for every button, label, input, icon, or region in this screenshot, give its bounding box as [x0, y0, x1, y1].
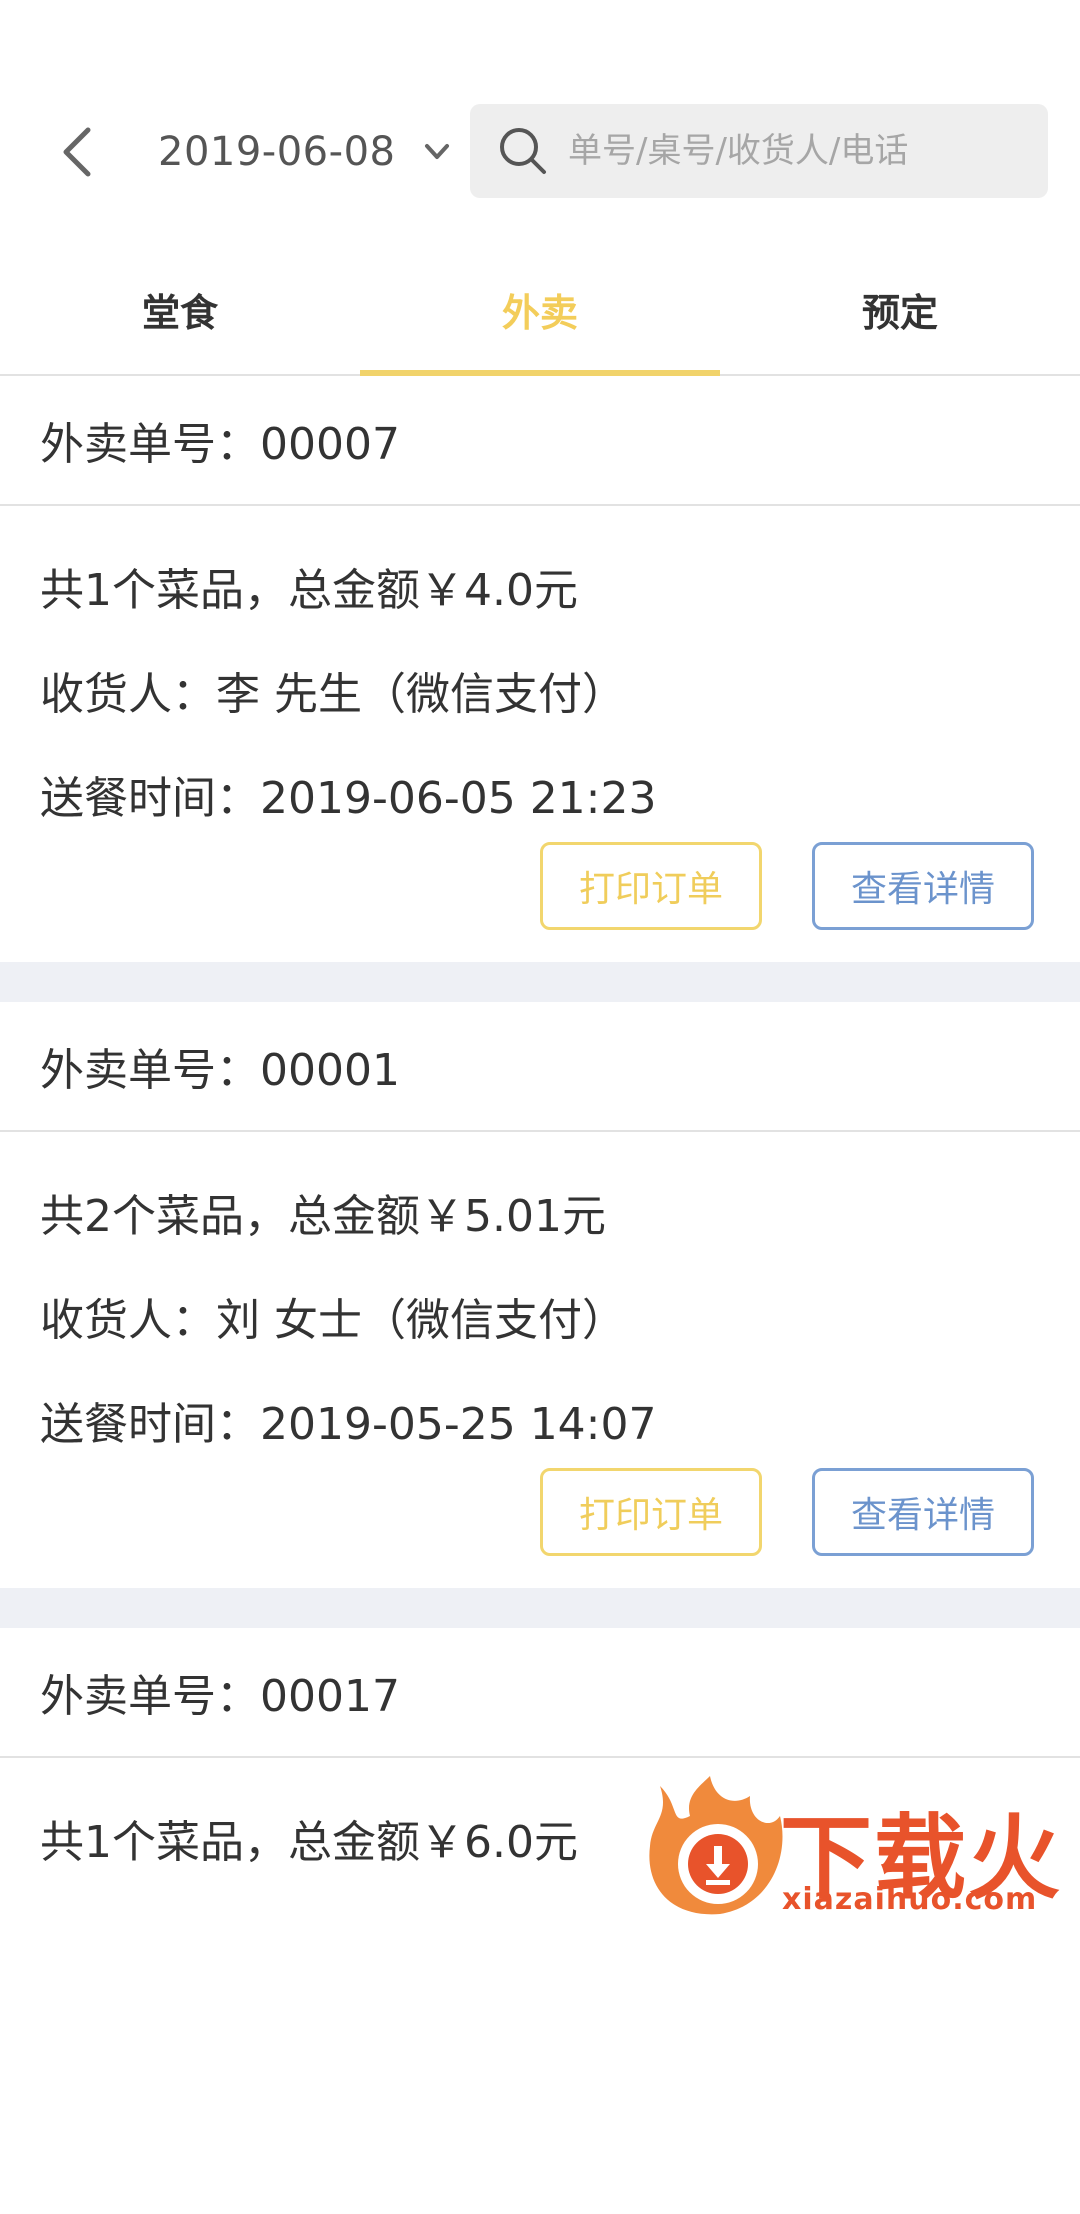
- order-summary: 共2个菜品，总金额￥5.01元: [40, 1191, 606, 1242]
- date-picker[interactable]: 2019-06-08: [158, 118, 457, 186]
- search-box[interactable]: [470, 104, 1048, 198]
- order-recipient: 收货人：刘 女士（微信支付）: [40, 1295, 626, 1346]
- order-body: 共2个菜品，总金额￥5.01元 收货人：刘 女士（微信支付） 送餐时间：2019…: [0, 1132, 1080, 1588]
- search-icon: [500, 128, 546, 174]
- view-details-button[interactable]: 查看详情: [812, 1468, 1034, 1556]
- chevron-down-icon: [425, 144, 450, 159]
- order-card: 外卖单号：00001 共2个菜品，总金额￥5.01元 收货人：刘 女士（微信支付…: [0, 1002, 1080, 1588]
- card-separator: [0, 962, 1080, 1002]
- tab-label: 堂食: [141, 291, 218, 335]
- order-header: 外卖单号：00007: [0, 376, 1080, 506]
- tab-label: 预定: [861, 291, 938, 335]
- order-card: 外卖单号：00017 共1个菜品，总金额￥6.0元: [0, 1628, 1080, 2214]
- date-value: 2019-06-08: [158, 129, 396, 175]
- order-number: 外卖单号：00007: [40, 419, 400, 470]
- order-header: 外卖单号：00017: [0, 1628, 1080, 1758]
- order-number: 外卖单号：00001: [40, 1045, 400, 1096]
- back-button[interactable]: [50, 112, 110, 192]
- top-bar: 2019-06-08: [0, 0, 1080, 250]
- order-delivery-time: 送餐时间：2019-05-25 14:07: [40, 1399, 657, 1450]
- back-arrow-icon: [63, 127, 91, 177]
- watermark: 下载火 xiazaihuo.com: [640, 1776, 1080, 1920]
- tab-dine-in[interactable]: 堂食: [0, 250, 360, 374]
- print-order-button[interactable]: 打印订单: [540, 1468, 762, 1556]
- order-type-tabs: 堂食 外卖 预定: [0, 250, 1080, 376]
- watermark-domain: xiazaihuo.com: [782, 1882, 1038, 1917]
- order-summary: 共1个菜品，总金额￥6.0元: [40, 1817, 578, 1868]
- view-details-button[interactable]: 查看详情: [812, 842, 1034, 930]
- tab-label: 外卖: [501, 291, 578, 335]
- tab-reservation[interactable]: 预定: [720, 250, 1080, 374]
- order-delivery-time: 送餐时间：2019-06-05 21:23: [40, 773, 657, 824]
- order-recipient: 收货人：李 先生（微信支付）: [40, 669, 626, 720]
- print-order-button[interactable]: 打印订单: [540, 842, 762, 930]
- order-list: 外卖单号：00007 共1个菜品，总金额￥4.0元 收货人：李 先生（微信支付）…: [0, 376, 1080, 2214]
- watermark-flame-logo-icon: [649, 1776, 783, 1915]
- order-summary: 共1个菜品，总金额￥4.0元: [40, 565, 578, 616]
- order-number: 外卖单号：00017: [40, 1671, 400, 1722]
- order-card: 外卖单号：00007 共1个菜品，总金额￥4.0元 收货人：李 先生（微信支付）…: [0, 376, 1080, 962]
- search-input[interactable]: [566, 130, 1030, 172]
- card-separator: [0, 1588, 1080, 1628]
- order-header: 外卖单号：00001: [0, 1002, 1080, 1132]
- tab-takeout[interactable]: 外卖: [360, 250, 720, 376]
- order-body: 共1个菜品，总金额￥4.0元 收货人：李 先生（微信支付） 送餐时间：2019-…: [0, 506, 1080, 962]
